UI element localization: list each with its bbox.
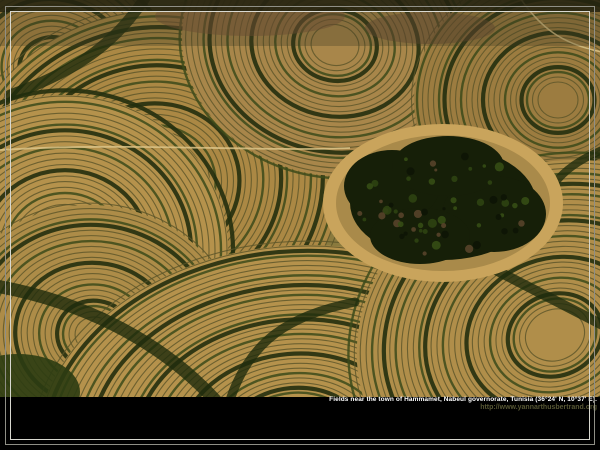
caption-website-url: http://www.yannarthusbertrand.org bbox=[329, 404, 597, 411]
wallpaper-canvas: Fields near the town of Hammamet, Nabeul… bbox=[0, 0, 600, 450]
aerial-photo-fields bbox=[0, 0, 600, 397]
caption-location-text: Fields near the town of Hammamet, Nabeul… bbox=[329, 396, 597, 404]
photo-caption: Fields near the town of Hammamet, Nabeul… bbox=[329, 396, 597, 411]
